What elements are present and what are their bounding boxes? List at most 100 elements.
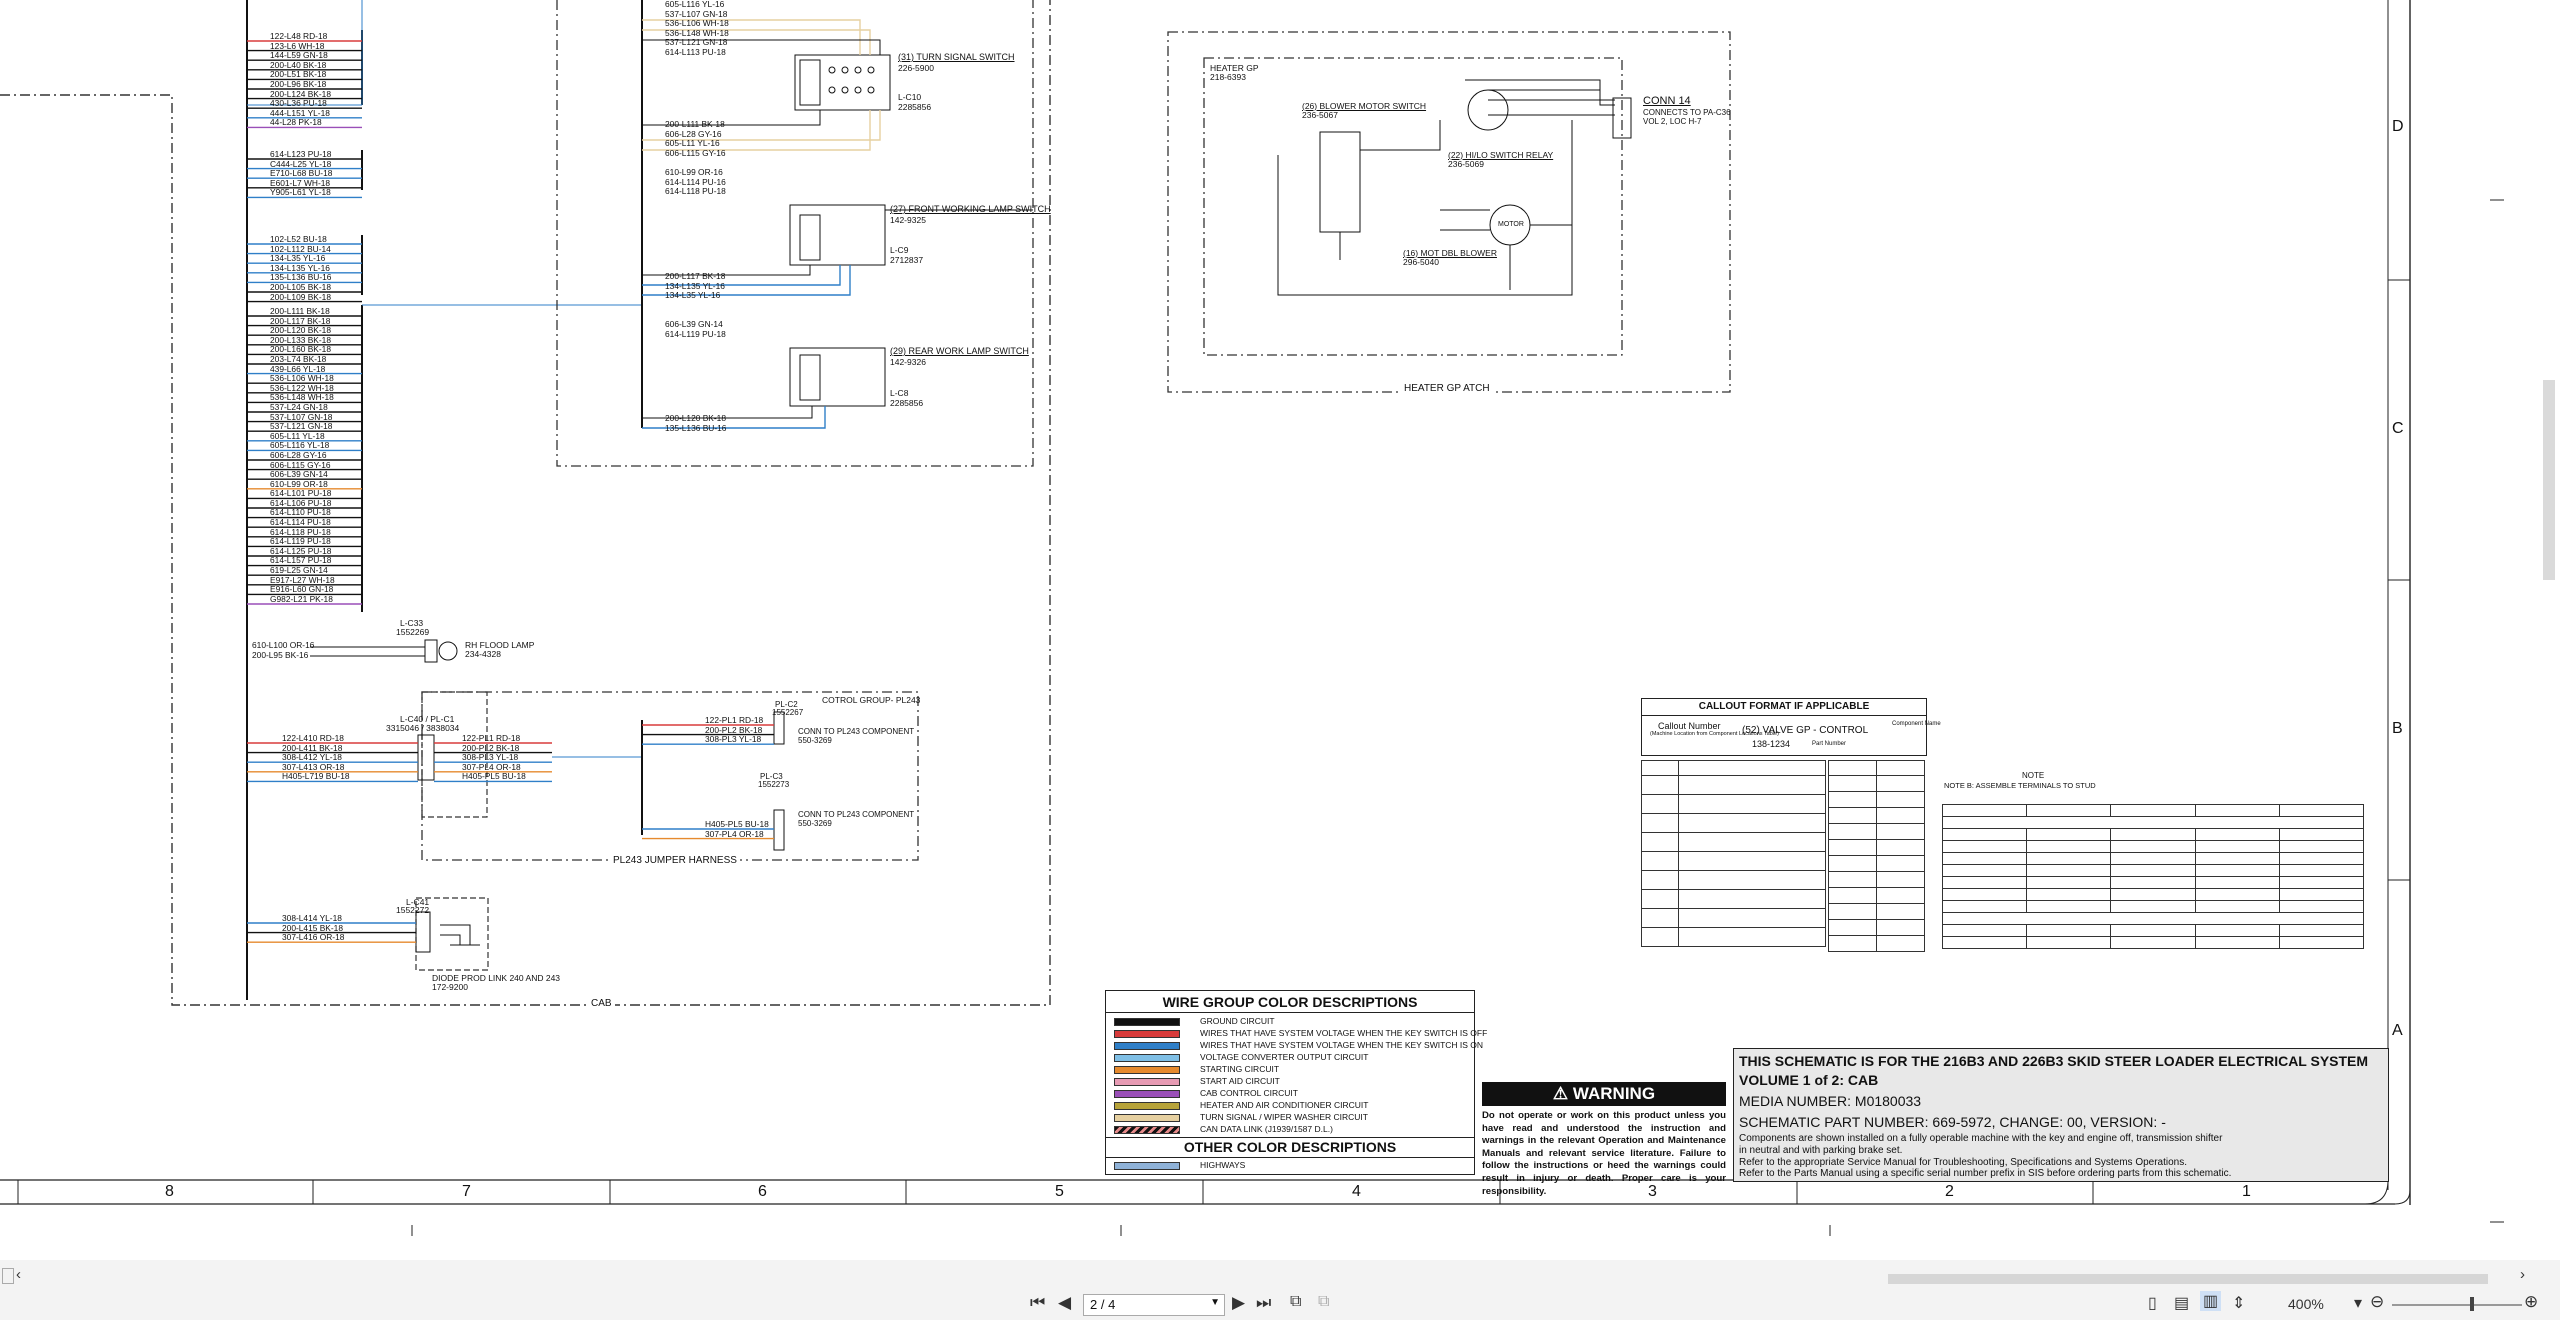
legend-swatch [1114, 1042, 1180, 1050]
zoom-out-icon[interactable]: ⊖ [2370, 1292, 2384, 1312]
zoom-slider-thumb[interactable] [2470, 1297, 2474, 1311]
pl243-harness-label: PL243 JUMPER HARNESS [610, 855, 740, 866]
symbol-row [1641, 813, 1826, 833]
abbrev-code [1828, 935, 1877, 952]
symbol-desc [1678, 870, 1826, 890]
callout-title: CALLOUT FORMAT IF APPLICABLE [1642, 701, 1926, 716]
rear-lamp-label: (29) REAR WORK LAMP SWITCH [890, 346, 1029, 356]
harness-cell [2026, 876, 2112, 889]
zone-label: 8 [165, 1183, 174, 1200]
wire-label: 135-L136 BU-16 [665, 422, 727, 433]
panel-toggle-button[interactable] [2, 1268, 14, 1284]
harness-row [1941, 864, 2365, 877]
facing-page-icon[interactable]: ⇕ [2232, 1293, 2245, 1313]
conn14-desc1: CONNECTS TO PA-C36 [1643, 108, 1731, 117]
zone-label: 4 [1352, 1183, 1361, 1200]
symbol-row [1641, 794, 1826, 814]
harness-cell [1941, 900, 2028, 913]
back-view-icon[interactable]: ⧉ [1290, 1293, 1301, 1311]
symbol-row [1641, 889, 1826, 909]
zoom-in-icon[interactable]: ⊕ [2524, 1292, 2538, 1312]
last-page-icon[interactable]: ⏭ [1256, 1293, 1271, 1313]
two-page-icon[interactable]: ▥ [2200, 1291, 2222, 1311]
scroll-right-arrow-icon[interactable]: › [2520, 1266, 2525, 1283]
legend-swatch [1114, 1126, 1180, 1134]
scroll-left-arrow-icon[interactable]: ‹ [16, 1266, 21, 1283]
title-p3: Refer to the appropriate Service Manual … [1739, 1157, 2188, 1168]
forward-view-icon[interactable]: ⧉ [1318, 1293, 1329, 1311]
symbol-header [1678, 760, 1826, 776]
abbrev-code [1828, 775, 1877, 792]
symbol-desc [1678, 832, 1826, 852]
wire-label: 200-L95 BK-16 [252, 649, 309, 660]
conn-a: CONN TO PL243 COMPONENT [798, 727, 915, 736]
abbrev-row [1828, 775, 1925, 792]
relay-part: 236-5069 [1448, 159, 1484, 169]
harness-cell [2110, 888, 2196, 901]
abbrev-code [1828, 887, 1877, 904]
front-lamp-wires-top: 610-L99 OR-16 614-L114 PU-16 614-L118 PU-1… [665, 167, 726, 197]
harness-header [1941, 804, 2028, 817]
harness-header [2110, 804, 2196, 817]
harness-row [1941, 924, 2365, 937]
plc3-part: 1552273 [758, 780, 790, 789]
symbol-glyph [1641, 775, 1679, 795]
next-page-icon[interactable]: ▶ [1232, 1293, 1245, 1313]
abbrev-row [1828, 855, 1925, 872]
harness-cell [1941, 852, 2028, 865]
legend-item: CAN DATA LINK (J1939/1587 D.L.) [1106, 1123, 1474, 1135]
legend-swatch [1114, 1162, 1180, 1170]
prev-page-icon[interactable]: ◀ [1058, 1293, 1071, 1313]
harness-table [1941, 804, 2365, 949]
continuous-page-icon[interactable]: ▤ [2174, 1293, 2189, 1313]
abbrev-color [1876, 871, 1925, 888]
pl243-wires-a: 122-PL1 RD-18 200-PL2 BK-18 308-PL3 YL-18 [705, 715, 763, 745]
harness-cell [2194, 852, 2280, 865]
symbol-row [1641, 870, 1826, 890]
callout-example: (52) VALVE GP - CONTROL [1742, 725, 1869, 736]
legend-swatch [1114, 1066, 1180, 1074]
wire-list-mid: 102-L52 BU-18 102-L112 BU-14 134-L35 YL-16… [270, 234, 331, 302]
wire-label: H405-L719 BU-18 [282, 771, 350, 782]
zone-label: C [2392, 420, 2404, 437]
rear-lamp-conn-part: 2285856 [890, 398, 924, 408]
harness-cell [2026, 924, 2112, 937]
pl243-wires-b: H405-PL5 BU-18 307-PL4 OR-18 [705, 819, 769, 839]
schematic-part-number: SCHEMATIC PART NUMBER: 669-5972, CHANGE:… [1739, 1114, 2166, 1130]
wire-list-top: 122-L48 RD-18 123-L6 WH-18 144-L59 GN-18 20… [270, 31, 331, 128]
wire-label: 307-L416 OR-18 [282, 932, 345, 943]
schematic-sheet: 122-L48 RD-18 123-L6 WH-18 144-L59 GN-18 20… [0, 0, 2540, 1240]
harness-cell [2110, 864, 2196, 877]
wire-label: 44-L28 PK-18 [270, 117, 322, 128]
horizontal-scrollbar[interactable] [1888, 1274, 2488, 1284]
zoom-menu-icon[interactable]: ▾ [2354, 1293, 2362, 1313]
symbol-desc [1678, 775, 1826, 795]
cab-label: CAB [588, 998, 615, 1009]
legend-swatch [1114, 1090, 1180, 1098]
diode-conn-part: 1552272 [396, 905, 430, 915]
first-page-icon[interactable]: ⏮ [1030, 1293, 1045, 1313]
legend-swatch [1114, 1078, 1180, 1086]
vertical-scrollbar[interactable] [2543, 380, 2555, 580]
wire-list-long: 200-L111 BK-18 200-L117 BK-18 200-L120 BK-… [270, 306, 335, 604]
conn-b-part: 550-3269 [798, 819, 832, 828]
harness-cell [2110, 828, 2196, 841]
wire-label: 308-PL3 YL-18 [705, 734, 762, 745]
harness-row [1941, 888, 2365, 901]
page-select[interactable]: 2 / 4 ▼ [1083, 1294, 1225, 1316]
wire-list-top2: 614-L123 PU-18 C444-L25 YL-18 E710-L68 BU-… [270, 149, 332, 198]
pl243-group-label: COTROL GROUP- PL243 [822, 695, 921, 705]
note-text: NOTE B: ASSEMBLE TERMINALS TO STUD [1944, 781, 2096, 790]
abbrev-row [1828, 807, 1925, 824]
harness-cell [2026, 888, 2112, 901]
harness-cell [2194, 900, 2280, 913]
symbol-row [1641, 851, 1826, 871]
zoom-slider[interactable] [2392, 1304, 2522, 1306]
symbol-glyph [1641, 794, 1679, 814]
harness-section [1942, 912, 2364, 925]
heater-group-part: 218-6393 [1210, 72, 1246, 82]
harness-cell [1941, 828, 2028, 841]
harness-cell [2278, 864, 2365, 877]
zone-label: D [2392, 118, 2404, 135]
single-page-icon[interactable]: ▯ [2148, 1293, 2157, 1313]
